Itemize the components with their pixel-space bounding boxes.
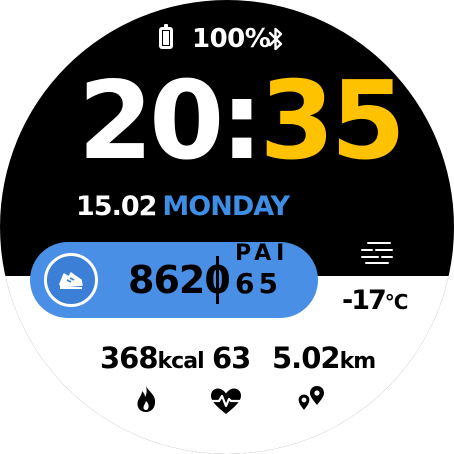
weather-icon[interactable] bbox=[360, 240, 394, 264]
activity-divider bbox=[216, 256, 219, 304]
time-minutes: 35 bbox=[259, 59, 406, 184]
date-weekday: MONDAY bbox=[162, 191, 290, 222]
distance-value: 5.02 bbox=[272, 341, 341, 375]
calories-stat[interactable]: 368kcal bbox=[100, 341, 205, 378]
step-count: 8620 bbox=[128, 258, 231, 302]
pai-value: 65 bbox=[235, 267, 282, 300]
time-hours: 20 bbox=[78, 59, 224, 184]
battery-icon bbox=[159, 24, 173, 49]
temperature[interactable]: -17°C bbox=[342, 285, 409, 317]
watch-face: 100% 20:35 15.02 MONDAY 8620 PAI 65 -17°… bbox=[0, 0, 454, 454]
time-display: 20:35 bbox=[78, 68, 406, 176]
status-bar: 100% bbox=[0, 24, 454, 56]
time-separator: : bbox=[220, 59, 263, 184]
temperature-unit: °C bbox=[384, 290, 409, 314]
distance-stat[interactable]: 5.02km bbox=[272, 341, 377, 378]
calories-unit: kcal bbox=[157, 349, 205, 374]
activity-pill[interactable]: 8620 PAI 65 bbox=[30, 242, 318, 318]
heart-rate-value: 63 bbox=[212, 341, 251, 375]
pin-icon bbox=[297, 386, 324, 412]
date-day-month: 15.02 bbox=[76, 191, 157, 222]
heart-icon bbox=[209, 388, 243, 414]
heart-rate-stat[interactable]: 63 bbox=[212, 341, 251, 375]
calories-value: 368 bbox=[100, 341, 159, 375]
bluetooth-icon bbox=[268, 27, 283, 51]
distance-unit: km bbox=[339, 349, 377, 374]
steps-icon-button[interactable] bbox=[44, 253, 98, 307]
pai-label: PAI bbox=[235, 241, 290, 266]
flame-icon bbox=[137, 386, 156, 412]
battery-level: 100% bbox=[192, 24, 271, 54]
shoe-icon bbox=[59, 272, 83, 289]
temperature-value: -17 bbox=[342, 285, 387, 316]
date-display: 15.02 MONDAY bbox=[76, 191, 290, 222]
